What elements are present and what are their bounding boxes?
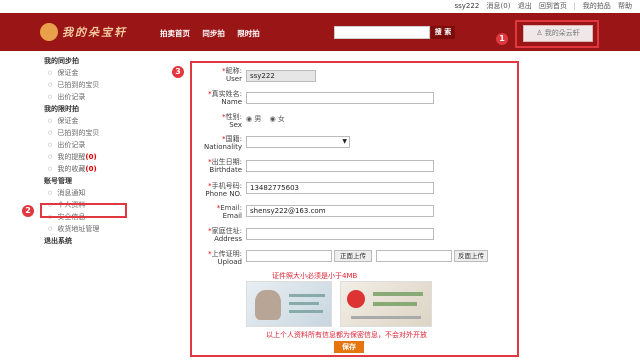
callout-badge-1: 1 [496, 33, 508, 45]
user-label: *昵称: User [222, 67, 242, 83]
sidebar-section-sync: 我的同步拍 [44, 57, 79, 65]
save-button[interactable]: 保存 [334, 341, 364, 353]
sidebar-item-bid-history[interactable]: 出价记录 [44, 139, 164, 151]
sidebar-item-bid-history[interactable]: 出价记录 [44, 91, 164, 103]
emblem-icon [347, 290, 365, 308]
logo-icon[interactable] [40, 23, 58, 41]
logo-text[interactable]: 我的朵宝轩 [62, 24, 127, 40]
sidebar-logout[interactable]: 退出系统 [44, 235, 164, 247]
id-card-front-image [246, 281, 332, 327]
chevron-down-icon: ▼ [342, 138, 347, 145]
phone-field[interactable]: 13482775603 [246, 182, 434, 194]
my-lots-link[interactable]: 我的拍品 [583, 2, 611, 10]
upload-back-button[interactable]: 反面上传 [454, 250, 488, 262]
birthdate-label: *出生日期: Birthdate [208, 158, 242, 174]
main-nav: 拍卖首页 同步拍 限时拍 [160, 28, 270, 39]
top-utility-bar: ssy222 消息(0) 退出 回到首页 | 我的拍品 帮助 [0, 0, 640, 13]
phone-label: *手机号码: Phone NO. [205, 182, 242, 198]
upload-label: *上传证明: Upload [208, 250, 242, 266]
sidebar-item-reminders[interactable]: 我的提醒(0) [44, 151, 164, 163]
nationality-select[interactable]: ▼ [246, 136, 350, 148]
sidebar-section-account: 账号管理 [44, 177, 72, 185]
search-button[interactable]: 搜 索 [431, 26, 455, 39]
divider: | [573, 2, 576, 10]
upload-front-filename[interactable] [246, 250, 332, 262]
sidebar-item-won-lots[interactable]: 已拍到的宝贝 [44, 79, 164, 91]
sidebar-item-won-lots[interactable]: 已拍到的宝贝 [44, 127, 164, 139]
address-field[interactable] [246, 228, 434, 240]
home-link[interactable]: 回到首页 [539, 2, 567, 10]
sex-radio-female[interactable]: ◉ 女 [270, 115, 285, 123]
help-link[interactable]: 帮助 [618, 2, 632, 10]
reminder-count: (0) [85, 153, 97, 161]
username: ssy222 [454, 2, 480, 10]
privacy-note: 以上个人资料所有信息都为保密信息，不会对外开放 [266, 331, 427, 339]
user-field: ssy222 [246, 70, 316, 82]
sidebar-item-notifications[interactable]: 消息通知 [44, 187, 164, 199]
sex-radio-group: ◉ 男 ◉ 女 [246, 114, 291, 124]
sidebar-section-timed: 我的限时拍 [44, 105, 79, 113]
highlight-box-account [515, 20, 599, 48]
nationality-label: *国籍: Nationality [203, 135, 242, 151]
name-label: *真实姓名: Name [208, 90, 242, 106]
nav-sync-auction[interactable]: 同步拍 [202, 29, 225, 38]
profile-form: *昵称: User ssy222 *真实姓名: Name *性别: Sex ◉ 男 ◉… [190, 61, 519, 357]
id-card-back-image [340, 281, 432, 327]
size-note: 证件照大小必须是小于4MB [272, 272, 358, 280]
sidebar-item-label: 我的收藏 [57, 165, 86, 173]
search-input[interactable] [334, 26, 430, 39]
sidebar-item-deposit[interactable]: 保证金 [44, 115, 164, 127]
sidebar-item-label: 我的提醒 [57, 153, 86, 161]
callout-badge-3: 3 [172, 66, 184, 78]
highlight-box-profile [40, 203, 127, 218]
upload-front-button[interactable]: 正面上传 [334, 250, 372, 262]
messages-link[interactable]: 消息(0) [487, 2, 511, 10]
sidebar-item-addresses[interactable]: 收货地址管理 [44, 223, 164, 235]
birthdate-field[interactable] [246, 160, 434, 172]
portrait-icon [255, 290, 281, 320]
email-label: *Email: Email [216, 204, 242, 220]
top-links: ssy222 消息(0) 退出 回到首页 | 我的拍品 帮助 [450, 0, 633, 13]
sidebar: 我的同步拍 保证金 已拍到的宝贝 出价记录 我的限时拍 保证金 已拍到的宝贝 出… [44, 55, 164, 247]
sex-label: *性别: Sex [222, 113, 242, 129]
favorites-count: (0) [85, 165, 97, 173]
name-field[interactable] [246, 92, 434, 104]
address-label: *家庭住址: Address [208, 227, 242, 243]
upload-back-filename[interactable] [376, 250, 452, 262]
email-field[interactable]: shensy222@163.com [246, 205, 434, 217]
sidebar-item-deposit[interactable]: 保证金 [44, 67, 164, 79]
callout-badge-2: 2 [22, 205, 34, 217]
nav-timed-auction[interactable]: 限时拍 [237, 29, 260, 38]
sidebar-item-favorites[interactable]: 我的收藏(0) [44, 163, 164, 175]
nav-auction-home[interactable]: 拍卖首页 [160, 29, 190, 38]
logout-link[interactable]: 退出 [518, 2, 532, 10]
sex-radio-male[interactable]: ◉ 男 [246, 115, 261, 123]
